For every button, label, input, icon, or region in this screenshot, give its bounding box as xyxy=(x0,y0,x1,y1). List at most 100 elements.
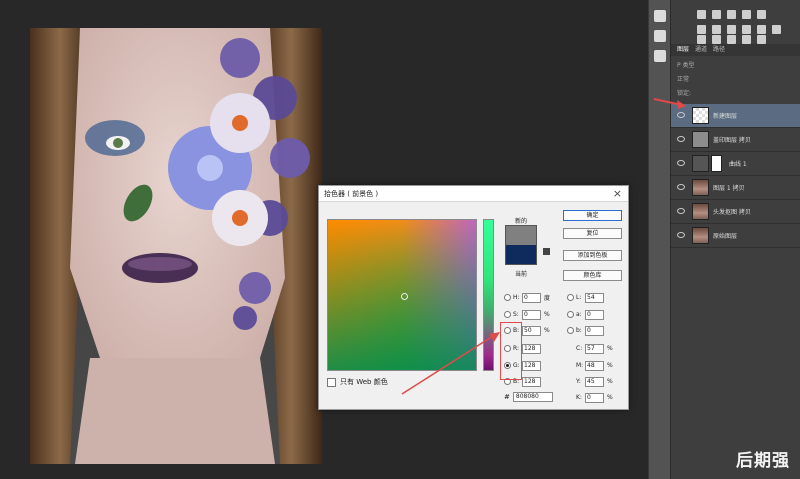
web-colors-checkbox[interactable] xyxy=(327,377,336,387)
curves-icon[interactable] xyxy=(727,10,736,19)
brightness-icon[interactable] xyxy=(697,10,706,19)
black-label: K: xyxy=(576,394,582,401)
levels-icon[interactable] xyxy=(712,10,721,19)
info-icon[interactable] xyxy=(654,30,666,42)
color-libraries-button[interactable]: 颜色库 xyxy=(563,270,622,281)
threshold-icon[interactable] xyxy=(727,35,736,44)
saturation-label: S: xyxy=(513,311,519,318)
eye-icon[interactable] xyxy=(677,184,685,190)
mixer-icon[interactable] xyxy=(757,25,766,34)
lab-l-radio[interactable] xyxy=(567,294,574,301)
bw-icon[interactable] xyxy=(727,25,736,34)
color-field-cursor[interactable] xyxy=(401,293,408,300)
portrait-photo[interactable] xyxy=(30,28,322,464)
red-input[interactable]: 128 xyxy=(522,343,541,354)
cyan-input[interactable]: 57 xyxy=(585,343,604,354)
web-colors-option[interactable]: 只有 Web 颜色 xyxy=(327,377,388,387)
hue-radio[interactable] xyxy=(504,294,511,301)
watermark: 后期强 xyxy=(736,451,790,471)
saturation-row: S: 0 % xyxy=(504,309,550,320)
yellow-unit: % xyxy=(607,378,613,385)
blend-mode-select[interactable]: 正常 xyxy=(677,74,689,84)
tab-layers[interactable]: 图层 xyxy=(677,44,689,56)
lab-b-radio[interactable] xyxy=(567,327,574,334)
hue-icon[interactable] xyxy=(697,25,706,34)
properties-icon[interactable] xyxy=(654,10,666,22)
saturation-unit: % xyxy=(544,311,550,318)
magenta-label: M: xyxy=(576,362,584,369)
layer-name: 新建图层 xyxy=(713,113,738,120)
layer-row[interactable]: 原始图层 xyxy=(671,224,800,248)
eye-icon[interactable] xyxy=(677,160,685,166)
tab-paths[interactable]: 路径 xyxy=(713,44,725,56)
hue-unit: 度 xyxy=(544,295,551,302)
yellow-row: Y: 45 % xyxy=(576,376,613,387)
kind-filter[interactable]: P 类型 xyxy=(677,60,695,70)
lab-b-row: b: 0 xyxy=(567,325,604,336)
layer-name: 盖印图层 拷贝 xyxy=(713,137,751,144)
layer-row[interactable]: 头发抠图 拷贝 xyxy=(671,200,800,224)
hue-row: H: 0 度 xyxy=(504,292,550,303)
add-to-swatches-button[interactable]: 添加到色板 xyxy=(563,250,622,261)
green-input[interactable]: 128 xyxy=(522,360,541,371)
layer-thumbnail xyxy=(692,203,709,220)
dialog-titlebar[interactable]: 拾色器 ( 前景色 ) × xyxy=(319,186,628,202)
layer-name: 头发抠图 拷贝 xyxy=(713,209,751,216)
eye-icon[interactable] xyxy=(677,232,685,238)
current-color-swatch[interactable] xyxy=(506,245,536,264)
saturation-input[interactable]: 0 xyxy=(522,309,541,320)
gamut-warning-icon[interactable] xyxy=(543,248,550,255)
layer-name: 曲线 1 xyxy=(729,161,747,168)
close-icon[interactable]: × xyxy=(613,187,622,200)
lab-a-row: a: 0 xyxy=(567,309,604,320)
layer-row[interactable]: 新建图层 xyxy=(671,104,800,128)
reset-button[interactable]: 复位 xyxy=(563,228,622,239)
web-colors-label: 只有 Web 颜色 xyxy=(340,378,388,386)
red-arrow-annotation xyxy=(653,98,686,109)
vibrance-icon[interactable] xyxy=(757,10,766,19)
curves-adjustment-icon xyxy=(692,155,709,172)
lab-b-label: b: xyxy=(576,327,582,334)
black-input[interactable]: 0 xyxy=(585,392,604,403)
gradient-map-icon[interactable] xyxy=(742,35,751,44)
eye-icon[interactable] xyxy=(677,208,685,214)
hex-input[interactable]: 808080 xyxy=(512,392,553,402)
layer-row[interactable]: 盖印图层 拷贝 xyxy=(671,128,800,152)
invert-icon[interactable] xyxy=(697,35,706,44)
layer-name: 图层 1 拷贝 xyxy=(713,185,745,192)
tab-channels[interactable]: 通道 xyxy=(695,44,707,56)
cyan-row: C: 57 % xyxy=(576,343,613,354)
layer-mask-thumbnail[interactable] xyxy=(711,155,722,172)
layer-thumbnail xyxy=(692,107,709,124)
lab-l-row: L: 54 xyxy=(567,292,604,303)
black-row: K: 0 % xyxy=(576,392,613,403)
new-color-swatch xyxy=(506,226,536,245)
blue-input[interactable]: 128 xyxy=(522,376,541,387)
lab-b-input[interactable]: 0 xyxy=(585,325,604,336)
cyan-label: C: xyxy=(576,345,583,352)
cyan-unit: % xyxy=(607,345,613,352)
ok-button[interactable]: 确定 xyxy=(563,210,622,221)
layer-row[interactable]: 图层 1 拷贝 xyxy=(671,176,800,200)
brush-icon[interactable] xyxy=(654,50,666,62)
dialog-arrow-annotation xyxy=(401,332,500,395)
posterize-icon[interactable] xyxy=(712,35,721,44)
yellow-input[interactable]: 45 xyxy=(585,376,604,387)
hue-label: H: xyxy=(513,294,520,301)
eye-icon[interactable] xyxy=(677,136,685,142)
exposure-icon[interactable] xyxy=(742,10,751,19)
layer-row[interactable]: 曲线 1 xyxy=(671,152,800,176)
lab-a-radio[interactable] xyxy=(567,311,574,318)
photo-filter-icon[interactable] xyxy=(742,25,751,34)
lab-a-input[interactable]: 0 xyxy=(585,309,604,320)
brightness-input[interactable]: 50 xyxy=(522,325,541,336)
lab-a-label: a: xyxy=(576,311,582,318)
magenta-input[interactable]: 48 xyxy=(585,360,604,371)
black-unit: % xyxy=(607,394,613,401)
lookup-icon[interactable] xyxy=(772,25,781,34)
balance-icon[interactable] xyxy=(712,25,721,34)
hue-input[interactable]: 0 xyxy=(522,292,541,303)
lab-l-input[interactable]: 54 xyxy=(585,292,604,303)
selective-color-icon[interactable] xyxy=(757,35,766,44)
brightness-unit: % xyxy=(544,327,550,334)
